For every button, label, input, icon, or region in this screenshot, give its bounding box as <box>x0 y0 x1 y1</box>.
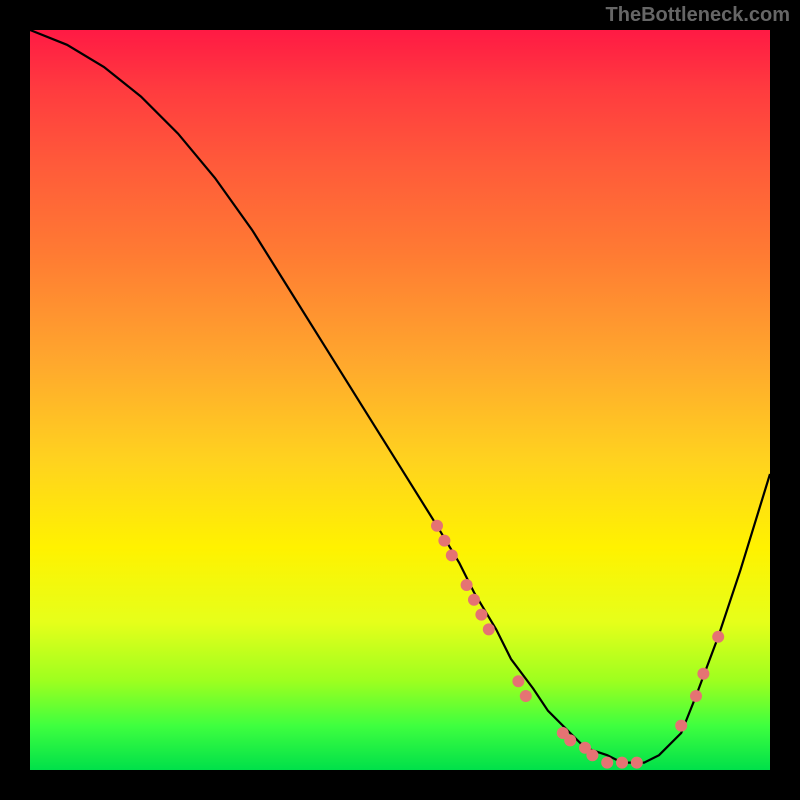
curve-marker <box>564 734 576 746</box>
curve-marker <box>690 690 702 702</box>
curve-marker <box>631 757 643 769</box>
curve-marker <box>616 757 628 769</box>
curve-marker <box>446 549 458 561</box>
curve-marker <box>712 631 724 643</box>
chart-frame: TheBottleneck.com <box>0 0 800 800</box>
curve-marker <box>586 749 598 761</box>
watermark-text: TheBottleneck.com <box>606 4 790 27</box>
curve-marker <box>520 690 532 702</box>
curve-marker <box>601 757 613 769</box>
bottleneck-curve <box>30 30 770 763</box>
curve-marker <box>675 720 687 732</box>
curve-marker <box>483 623 495 635</box>
curve-svg <box>30 30 770 770</box>
curve-marker <box>468 594 480 606</box>
curve-marker <box>697 668 709 680</box>
curve-marker <box>475 609 487 621</box>
curve-marker <box>431 520 443 532</box>
gradient-plot-area <box>30 30 770 770</box>
curve-markers <box>431 520 724 769</box>
curve-marker <box>461 579 473 591</box>
curve-marker <box>512 675 524 687</box>
curve-marker <box>438 535 450 547</box>
